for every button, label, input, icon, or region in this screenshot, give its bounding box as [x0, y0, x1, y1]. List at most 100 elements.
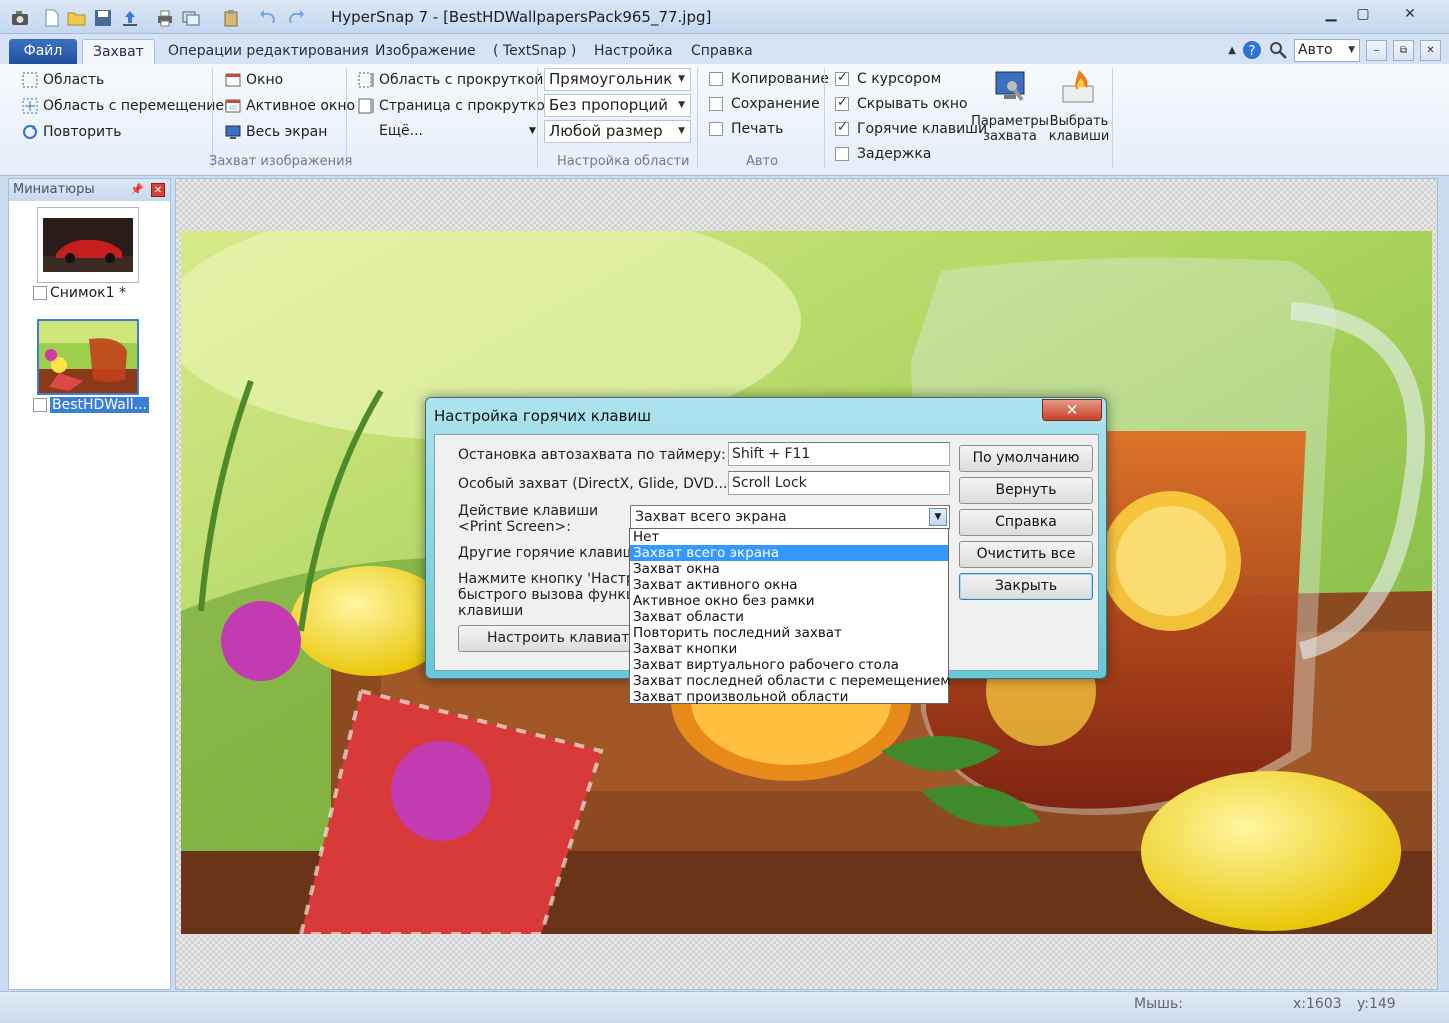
dropdown-option[interactable]: Захват активного окна — [630, 577, 948, 593]
hint-line-3: клавиши — [458, 603, 524, 619]
capture-scroll-page-button[interactable]: Страница с прокруткой — [357, 97, 554, 115]
repeat-capture-button[interactable]: Повторить — [21, 123, 121, 141]
clear-all-button[interactable]: Очистить все — [959, 541, 1093, 568]
zoom-icon[interactable] — [1268, 40, 1288, 60]
chevron-down-icon: ▼ — [1348, 44, 1355, 55]
tab-help[interactable]: Справка — [681, 39, 763, 64]
tab-file[interactable]: Файл — [9, 39, 77, 64]
thumbnail-2[interactable] — [37, 319, 139, 395]
doc-minimize-button[interactable]: ‒ — [1366, 39, 1387, 61]
revert-button[interactable]: Вернуть — [959, 477, 1093, 504]
region-proportion-select[interactable]: Без пропорций ▼ — [544, 94, 691, 117]
dropdown-option[interactable]: Повторить последний захват — [630, 625, 948, 641]
region-shape-select[interactable]: Прямоугольник ▼ — [544, 68, 691, 91]
tab-capture[interactable]: Захват — [82, 39, 155, 64]
chevron-down-icon[interactable]: ▼ — [929, 508, 947, 526]
minimize-button[interactable]: ▁ — [1316, 2, 1346, 26]
capture-full-screen-button[interactable]: Весь экран — [224, 123, 327, 141]
dropdown-option[interactable]: Нет — [630, 529, 948, 545]
hotkeys-checkbox[interactable]: Горячие клавиши — [835, 120, 987, 137]
thumbnail-2-label[interactable]: BestHDWall... — [33, 397, 149, 413]
help-icon[interactable]: ? — [1242, 40, 1262, 60]
scroll-page-icon — [358, 98, 374, 114]
new-file-icon[interactable] — [42, 7, 62, 29]
setup-keyboard-button[interactable]: Настроить клавиатуру — [458, 625, 638, 652]
printscreen-action-dropdown: Нет Захват всего экрана Захват окна Захв… — [629, 528, 950, 705]
doc-close-button[interactable]: ✕ — [1420, 39, 1441, 61]
timer-stop-input[interactable]: Shift + F11 — [728, 442, 950, 466]
defaults-button[interactable]: По умолчанию — [959, 445, 1093, 472]
dialog-close-button[interactable]: ✕ — [1042, 399, 1102, 421]
close-window-button[interactable]: ✕ — [1382, 2, 1438, 26]
delay-checkbox[interactable]: Задержка — [835, 146, 931, 162]
more-capture-button[interactable]: Ещё... ▼ — [379, 123, 536, 139]
printscreen-action-value: Захват всего экрана — [635, 509, 787, 525]
region-size-select[interactable]: Любой размер ▼ — [544, 120, 691, 143]
dropdown-option[interactable]: Активное окно без рамки — [630, 593, 948, 609]
checkbox[interactable] — [835, 95, 849, 111]
capture-region-move-button[interactable]: Область с перемещением — [21, 97, 235, 115]
dropdown-option[interactable]: Захват последней области с перемещением — [630, 673, 950, 689]
mouse-label: Мышь: — [1134, 996, 1183, 1012]
dropdown-option[interactable]: Захват произвольной области — [630, 689, 948, 705]
auto-copy-checkbox[interactable]: Копирование — [709, 71, 829, 87]
pin-icon[interactable]: 📌 — [130, 179, 144, 201]
print-icon[interactable] — [155, 7, 175, 29]
doc-restore-button[interactable]: ⧉ — [1393, 39, 1414, 61]
tab-edit-operations[interactable]: Операции редактирования — [158, 39, 379, 64]
thumbnail-1[interactable] — [37, 207, 139, 283]
dropdown-option[interactable]: Захват области — [630, 609, 948, 625]
tab-settings[interactable]: Настройка — [584, 39, 683, 64]
help-button[interactable]: Справка — [959, 509, 1093, 536]
open-folder-icon[interactable] — [67, 7, 87, 29]
maximize-button[interactable]: ▢ — [1348, 2, 1378, 26]
auto-save-checkbox[interactable]: Сохранение — [709, 96, 820, 112]
checkbox[interactable] — [835, 147, 849, 161]
close-dialog-button[interactable]: Закрыть — [959, 573, 1093, 600]
dropdown-option[interactable]: Захват окна — [630, 561, 948, 577]
checkbox[interactable] — [709, 97, 723, 111]
printscreen-action-select[interactable]: Захват всего экрана ▼ — [630, 505, 950, 529]
checkbox[interactable] — [33, 398, 47, 412]
checkbox[interactable] — [709, 122, 723, 136]
capture-active-window-button[interactable]: Активное окно — [224, 97, 355, 115]
capture-active-window-label: Активное окно — [246, 98, 356, 114]
checkbox[interactable] — [835, 70, 849, 86]
zoom-combo[interactable]: Авто ▼ — [1294, 38, 1360, 62]
tab-textsnap[interactable]: ( TextSnap ) — [483, 39, 586, 64]
capture-region-button[interactable]: Область — [21, 71, 104, 89]
save-icon[interactable] — [93, 7, 113, 29]
hint-line-2: быстрого вызова функций — [458, 587, 654, 603]
checkbox[interactable] — [835, 120, 849, 136]
with-cursor-checkbox[interactable]: С курсором — [835, 70, 942, 87]
dropdown-option[interactable]: Захват кнопки — [630, 641, 948, 657]
collapse-ribbon-icon[interactable]: ▲ — [1228, 45, 1236, 56]
dropdown-option-selected[interactable]: Захват всего экрана — [630, 545, 948, 561]
app-camera-icon[interactable] — [10, 7, 30, 29]
special-capture-input[interactable]: Scroll Lock — [728, 471, 950, 495]
capture-window-button[interactable]: Окно — [224, 71, 283, 89]
auto-print-checkbox[interactable]: Печать — [709, 121, 783, 137]
checkbox[interactable] — [33, 286, 47, 300]
capture-scroll-region-button[interactable]: Область с прокруткой — [357, 71, 543, 89]
tab-image[interactable]: Изображение — [365, 39, 486, 64]
with-cursor-label: С курсором — [857, 71, 942, 87]
windows-icon[interactable] — [181, 7, 201, 29]
choose-keys-button[interactable]: Выбрать клавиши — [1048, 68, 1110, 144]
undo-icon[interactable] — [258, 7, 278, 29]
dropdown-option[interactable]: Захват виртуального рабочего стола — [630, 657, 948, 673]
thumbnail-1-label[interactable]: Снимок1 * — [33, 285, 126, 301]
thumbnails-panel: Миниатюры 📌 ✕ Снимок1 * BestHDWall... — [8, 178, 171, 990]
dialog-title: Настройка горячих клавиш — [434, 407, 651, 425]
close-panel-icon[interactable]: ✕ — [151, 183, 165, 197]
capture-params-button[interactable]: Параметры захвата — [970, 68, 1050, 144]
clipboard-icon[interactable] — [221, 7, 241, 29]
redo-icon[interactable] — [286, 7, 306, 29]
region-size-value: Любой размер — [549, 122, 663, 140]
thumbnail-lemonade-image — [39, 321, 137, 393]
capture-region-move-label: Область с перемещением — [43, 98, 235, 114]
upload-icon[interactable] — [120, 7, 140, 29]
checkbox[interactable] — [709, 72, 723, 86]
hide-window-checkbox[interactable]: Скрывать окно — [835, 95, 968, 112]
special-capture-label: Особый захват (DirectX, Glide, DVD...): — [458, 476, 738, 492]
